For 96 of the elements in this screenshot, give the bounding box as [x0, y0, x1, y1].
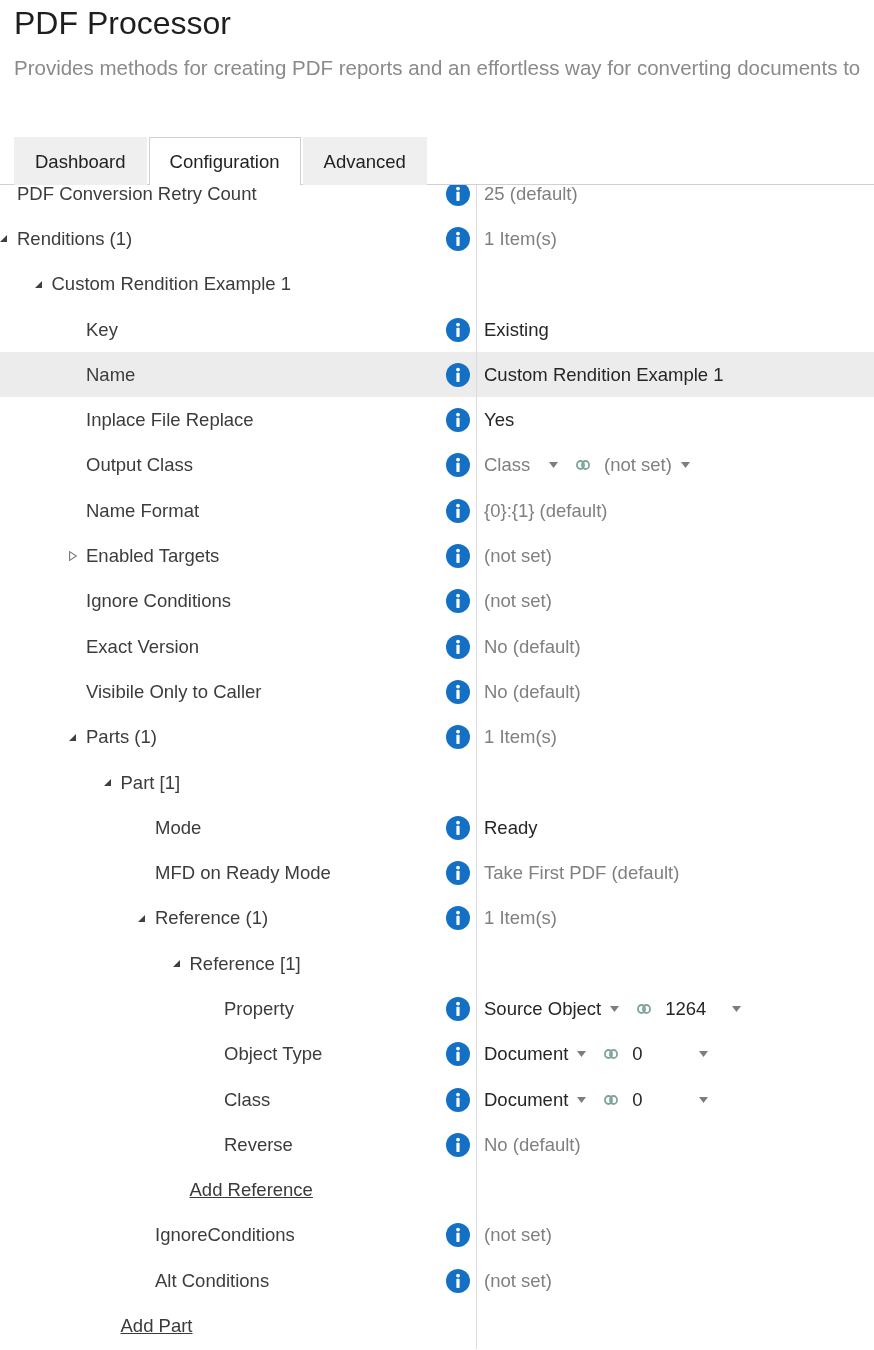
info-icon[interactable] [446, 1132, 470, 1157]
info-icon[interactable] [446, 1223, 470, 1248]
expander-triangle-icon[interactable] [172, 960, 180, 968]
dropdown[interactable]: (not set) [604, 454, 690, 477]
property-value: (not set) [484, 1224, 552, 1247]
expander-triangle-icon[interactable] [138, 914, 145, 922]
dropdown[interactable]: Document [484, 1043, 587, 1066]
info-icon[interactable] [446, 185, 470, 206]
property-label: Exact Version [86, 635, 200, 658]
link-icon[interactable] [604, 1094, 619, 1105]
property-value: No (default) [484, 1133, 581, 1156]
group-label: Parts (1) [86, 726, 157, 749]
info-icon[interactable] [446, 906, 470, 931]
property-label: Reverse [224, 1133, 293, 1156]
dropdown[interactable]: Source Object [484, 998, 620, 1020]
dropdown[interactable]: 1264 [665, 998, 742, 1020]
property-label: MFD on Ready Mode [155, 862, 331, 885]
caret-icon [699, 1051, 709, 1058]
tab[interactable]: Configuration [148, 137, 301, 185]
info-icon[interactable] [446, 861, 470, 886]
tab[interactable]: Dashboard [14, 137, 147, 185]
property-label: Ignore Conditions [86, 590, 231, 613]
property-label: Object Type [224, 1043, 323, 1066]
info-icon[interactable] [446, 997, 470, 1021]
info-icon[interactable] [446, 679, 470, 704]
caret-icon [577, 1096, 587, 1103]
group-label: Renditions (1) [17, 227, 133, 250]
expander-triangle-icon[interactable] [103, 779, 111, 786]
expander-triangle-icon[interactable] [0, 235, 7, 243]
property-value: No (default) [484, 635, 581, 658]
group-label: Enabled Targets [86, 545, 220, 567]
property-value: (not set) [484, 590, 552, 613]
dropdown[interactable]: Class [484, 454, 558, 477]
property-label: IgnoreConditions [155, 1224, 295, 1247]
property-label: Visibile Only to Caller [86, 680, 262, 703]
info-icon[interactable] [446, 226, 470, 251]
caret-icon [610, 1006, 620, 1012]
property-value: No (default) [484, 680, 581, 703]
property-label: Mode [155, 816, 202, 839]
link-icon[interactable] [637, 1004, 652, 1014]
info-icon[interactable] [446, 544, 470, 568]
info-icon[interactable] [446, 725, 470, 750]
dropdown[interactable]: 0 [632, 1043, 709, 1066]
property-label: Key [86, 318, 118, 341]
caret-icon [732, 1006, 742, 1012]
link-icon[interactable] [576, 460, 590, 471]
property-value: (not set) [484, 545, 552, 567]
expander-triangle-icon[interactable] [34, 280, 42, 288]
dropdown[interactable]: 0 [632, 1088, 709, 1111]
property-value: 1 Item(s) [484, 227, 557, 250]
property-label: Name Format [86, 499, 200, 522]
group-label: Part [1] [120, 771, 181, 794]
info-icon[interactable] [446, 815, 470, 840]
info-icon[interactable] [446, 1268, 470, 1293]
property-value: Yes [484, 409, 515, 432]
property-label: Inplace File Replace [86, 409, 254, 432]
expander-triangle-icon[interactable] [69, 733, 76, 741]
add-link[interactable]: Add Part [120, 1315, 193, 1338]
group-label: Reference [1] [189, 952, 301, 975]
page-description: Provides methods for creating PDF reports and an effortless way for converting documents to [14, 55, 862, 81]
dropdown[interactable]: Document [484, 1088, 587, 1111]
property-value: 1 Item(s) [484, 907, 557, 930]
caret-icon [577, 1051, 587, 1058]
property-label: Output Class [86, 454, 193, 477]
info-icon[interactable] [446, 408, 470, 433]
info-icon[interactable] [446, 1042, 470, 1067]
property-value: (not set) [484, 1269, 552, 1292]
property-value: 1 Item(s) [484, 726, 557, 749]
group-label: Reference (1) [155, 907, 269, 930]
info-icon[interactable] [446, 362, 470, 387]
property-value: Take First PDF (default) [484, 862, 680, 885]
property-value: {0}:{1} (default) [484, 499, 608, 522]
property-label: PDF Conversion Retry Count [17, 185, 257, 205]
group-label: Custom Rendition Example 1 [51, 273, 292, 296]
caret-icon [549, 462, 558, 469]
info-icon[interactable] [446, 1087, 470, 1112]
info-icon[interactable] [446, 634, 470, 659]
property-label: Name [86, 363, 136, 386]
page-title: PDF Processor [14, 4, 232, 43]
property-value: Existing [484, 318, 549, 341]
info-icon[interactable] [446, 498, 470, 523]
property-value: 25 (default) [484, 185, 578, 205]
highlighted-row[interactable]: Name Custom Rendition Example 1 [0, 352, 874, 398]
property-label: Alt Conditions [155, 1269, 270, 1292]
property-value: Ready [484, 816, 538, 839]
caret-icon [699, 1096, 709, 1103]
add-link[interactable]: Add Reference [189, 1179, 313, 1202]
property-label: Property [224, 998, 294, 1020]
tab[interactable]: Advanced [302, 137, 427, 185]
info-icon[interactable] [446, 317, 470, 342]
property-value: Custom Rendition Example 1 [484, 363, 724, 386]
info-icon[interactable] [446, 453, 470, 478]
link-icon[interactable] [604, 1049, 619, 1060]
caret-icon [680, 462, 690, 469]
property-label: Class [224, 1088, 271, 1111]
info-icon[interactable] [446, 589, 470, 614]
